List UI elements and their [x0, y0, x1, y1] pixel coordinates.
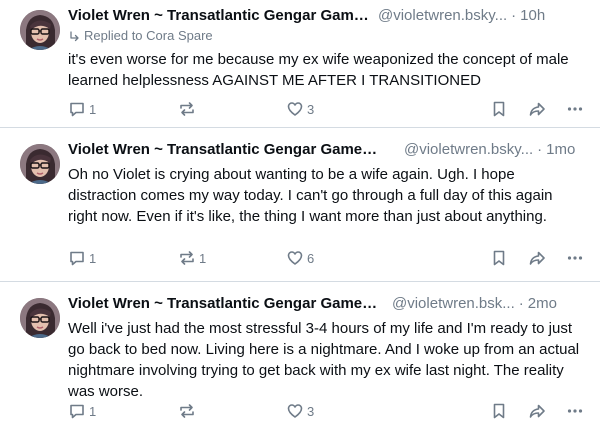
share-arrow-icon [529, 102, 545, 116]
reply-count: 1 [89, 101, 97, 117]
post-text: Well i've just had the most stressful 3-… [68, 320, 580, 400]
post-header: Violet Wren ~ Transatlantic Gengar Gamer… [68, 140, 590, 160]
post-actions: 1 3 [68, 401, 590, 421]
bookmark-icon [493, 250, 505, 266]
more-options-button[interactable] [566, 402, 584, 420]
repost-arrows-icon [180, 404, 194, 418]
like-button[interactable]: 3 [286, 100, 314, 118]
heart-icon [287, 251, 303, 265]
post-header: Violet Wren ~ Transatlantic Gengar Gamer… [68, 294, 590, 314]
like-count: 6 [307, 250, 315, 266]
author-handle[interactable]: @violetwren.bsky... [378, 6, 507, 26]
bookmark-button[interactable] [490, 100, 508, 118]
timestamp[interactable]: 2mo [528, 294, 557, 314]
bookmark-icon [493, 403, 505, 419]
post-text: it's even worse for me because my ex wif… [68, 51, 569, 89]
heart-icon [287, 404, 303, 418]
share-button[interactable] [528, 100, 546, 118]
reply-button[interactable]: 1 [68, 100, 96, 118]
bookmark-button[interactable] [490, 249, 508, 267]
replied-to-label: Replied to Cora Spare [84, 28, 213, 43]
repost-count: 1 [199, 250, 207, 266]
feed: Violet Wren ~ Transatlantic Gengar Gamer… [0, 0, 600, 432]
more-options-button[interactable] [566, 249, 584, 267]
like-count: 3 [307, 101, 315, 117]
post[interactable]: Violet Wren ~ Transatlantic Gengar Gamer… [0, 128, 600, 282]
reply-count: 1 [89, 250, 97, 266]
speech-bubble-icon [70, 102, 84, 117]
like-button[interactable]: 6 [286, 249, 314, 267]
reply-button[interactable]: 1 [68, 249, 96, 267]
replied-to[interactable]: Replied to Cora Spare [68, 27, 590, 45]
separator: · [511, 7, 517, 24]
share-arrow-icon [529, 251, 545, 265]
reply-count: 1 [89, 403, 97, 419]
speech-bubble-icon [70, 251, 84, 266]
author-handle[interactable]: @violetwren.bsky... [404, 140, 533, 160]
separator: · [537, 141, 543, 158]
reply-arrow-icon [70, 31, 79, 42]
repost-button[interactable] [178, 100, 199, 118]
bookmark-button[interactable] [490, 402, 508, 420]
author-name[interactable]: Violet Wren ~ Transatlantic Gengar Gamer… [68, 294, 380, 314]
author-name[interactable]: Violet Wren ~ Transatlantic Gengar Gamer… [68, 140, 380, 160]
timestamp[interactable]: 1mo [546, 140, 575, 160]
post-header: Violet Wren ~ Transatlantic Gengar Gamer… [68, 6, 590, 26]
author-handle[interactable]: @violetwren.bsk... [392, 294, 515, 314]
speech-bubble-icon [70, 404, 84, 419]
author-name[interactable]: Violet Wren ~ Transatlantic Gengar Gamer… [68, 6, 372, 26]
reply-button[interactable]: 1 [68, 402, 96, 420]
like-count: 3 [307, 403, 315, 419]
share-button[interactable] [528, 402, 546, 420]
avatar[interactable] [20, 298, 60, 338]
post-text: Oh no Violet is crying about wanting to … [68, 166, 553, 225]
post[interactable]: Violet Wren ~ Transatlantic Gengar Gamer… [0, 0, 600, 128]
heart-icon [287, 102, 303, 116]
timestamp[interactable]: 10h [520, 6, 545, 26]
more-dots-icon [567, 107, 583, 111]
bookmark-icon [493, 101, 505, 117]
separator: · [518, 295, 524, 312]
repost-arrows-icon [180, 102, 194, 116]
repost-arrows-icon [180, 251, 194, 265]
repost-button[interactable]: 1 [178, 249, 206, 267]
avatar[interactable] [20, 10, 60, 50]
more-options-button[interactable] [566, 100, 584, 118]
like-button[interactable]: 3 [286, 402, 314, 420]
share-button[interactable] [528, 249, 546, 267]
avatar[interactable] [20, 144, 60, 184]
post-actions: 1 1 6 [68, 248, 590, 268]
post[interactable]: Violet Wren ~ Transatlantic Gengar Gamer… [0, 282, 600, 432]
more-dots-icon [567, 409, 583, 413]
repost-button[interactable] [178, 402, 199, 420]
share-arrow-icon [529, 404, 545, 418]
more-dots-icon [567, 256, 583, 260]
post-actions: 1 3 [68, 99, 590, 119]
